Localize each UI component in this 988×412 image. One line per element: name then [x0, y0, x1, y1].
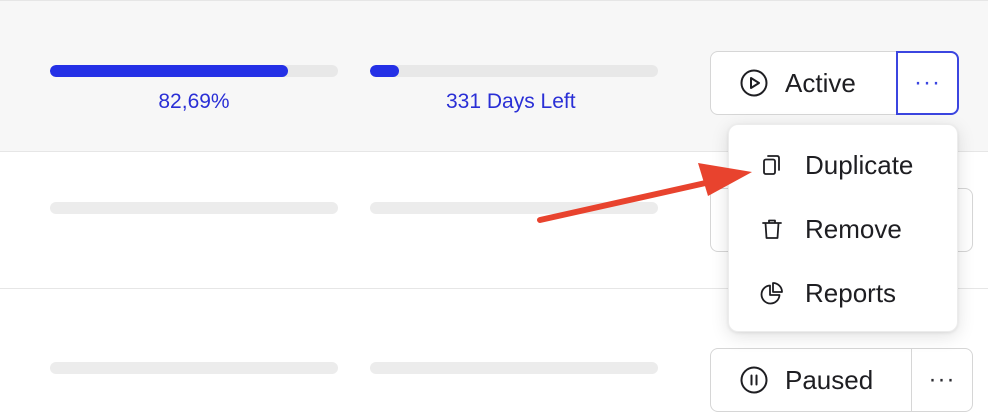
skeleton-bar	[50, 362, 338, 374]
pause-circle-icon	[739, 365, 769, 395]
menu-item-label: Reports	[805, 277, 897, 308]
skeleton-bar	[50, 202, 338, 214]
more-icon: ···	[928, 366, 956, 393]
annotation-arrow	[537, 163, 752, 223]
skeleton-bar	[370, 362, 658, 374]
status-button-label: Active	[785, 67, 856, 98]
status-button-label: Paused	[785, 364, 874, 395]
more-options-button[interactable]: ···	[911, 348, 973, 412]
progress-label: 82,69%	[158, 90, 230, 113]
menu-item-label: Duplicate	[805, 149, 914, 180]
status-button-active[interactable]: Active	[710, 51, 898, 115]
status-button-paused[interactable]: Paused	[710, 348, 913, 412]
more-options-button[interactable]: ···	[896, 51, 959, 115]
play-circle-icon	[739, 68, 769, 98]
progress-bar	[50, 65, 338, 77]
more-icon: ···	[914, 69, 941, 96]
pie-chart-icon	[759, 280, 785, 306]
progress-bar-fill	[50, 65, 289, 77]
time-remaining-bar-fill	[370, 65, 399, 77]
menu-item-reports[interactable]: Reports	[729, 265, 959, 321]
time-remaining-label: 331 Days Left	[446, 90, 576, 113]
time-remaining-bar	[370, 65, 658, 77]
menu-item-label: Remove	[805, 213, 902, 244]
